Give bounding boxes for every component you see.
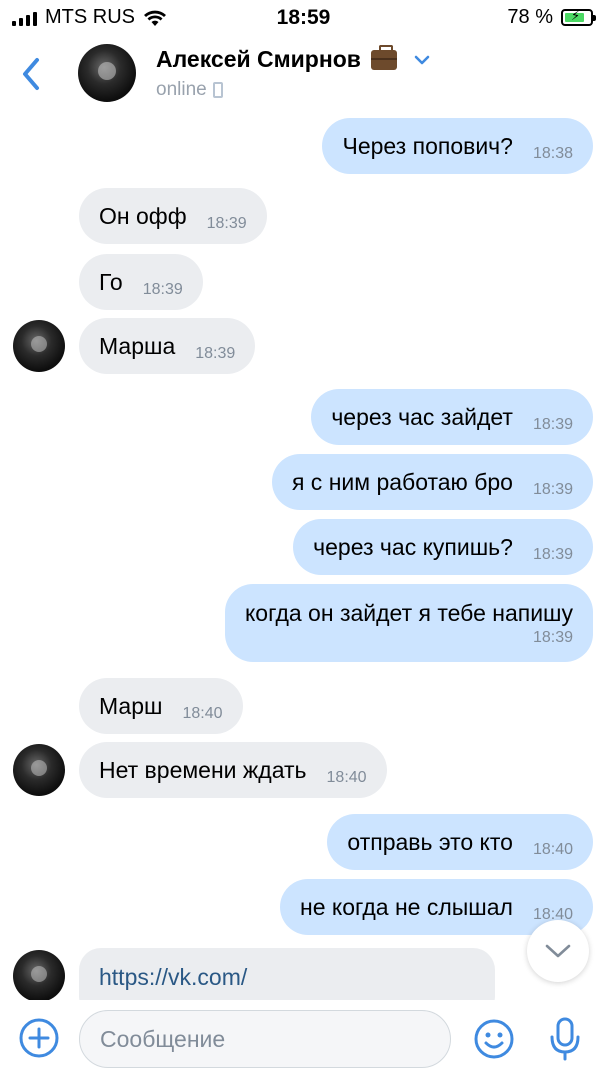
message-time: 18:39 bbox=[532, 546, 573, 563]
message-time: 18:39 bbox=[206, 215, 247, 232]
battery-icon: ⚡ bbox=[561, 9, 596, 26]
message-text: Го bbox=[99, 268, 123, 295]
message-bubble-incoming[interactable]: Го 18:39 bbox=[79, 254, 203, 310]
microphone-icon bbox=[550, 1017, 580, 1061]
message-time: 18:40 bbox=[532, 841, 573, 858]
message-time: 18:38 bbox=[532, 145, 573, 162]
message-bubble-outgoing[interactable]: Через попович? 18:38 bbox=[322, 118, 593, 174]
message-time: 18:39 bbox=[195, 345, 236, 362]
chevron-down-icon[interactable] bbox=[413, 54, 431, 66]
sender-avatar[interactable] bbox=[13, 744, 65, 796]
battery-percent: 78 % bbox=[507, 6, 553, 28]
message-text: когда он зайдет я тебе напишу bbox=[244, 599, 573, 626]
message-text: я с ним работаю бро bbox=[291, 468, 513, 495]
contact-avatar[interactable] bbox=[78, 44, 136, 102]
message-bubble-incoming-link[interactable]: https://vk.com/ bbox=[79, 948, 495, 1000]
message-bubble-incoming[interactable]: Нет времени ждать 18:40 bbox=[79, 742, 387, 798]
message-bubble-outgoing[interactable]: отправь это кто 18:40 bbox=[327, 814, 593, 870]
message-text: Марш bbox=[99, 692, 163, 719]
status-right: 78 % ⚡ bbox=[507, 6, 596, 29]
contact-status-row: online bbox=[156, 79, 223, 101]
message-text: через час зайдет bbox=[331, 403, 513, 430]
message-list[interactable]: Через попович? 18:38 Он офф 18:39 Го 18:… bbox=[0, 112, 607, 1000]
message-bubble-incoming[interactable]: Марша 18:39 bbox=[79, 318, 256, 374]
composer bbox=[0, 1000, 607, 1080]
message-text: Он офф bbox=[99, 202, 187, 229]
chat-header: Алексей Смирнов online bbox=[0, 36, 607, 112]
chevron-down-icon bbox=[545, 944, 571, 958]
message-time: 18:39 bbox=[532, 481, 573, 498]
chevron-left-icon bbox=[23, 58, 39, 90]
scroll-down-button[interactable] bbox=[527, 920, 589, 982]
message-input[interactable] bbox=[79, 1010, 451, 1068]
message-time: 18:39 bbox=[142, 281, 183, 298]
message-text: не когда не слышал bbox=[300, 893, 513, 920]
message-bubble-outgoing[interactable]: через час зайдет 18:39 bbox=[311, 389, 593, 445]
contact-name: Алексей Смирнов bbox=[156, 46, 361, 72]
message-time: 18:40 bbox=[182, 705, 223, 722]
message-time: 18:39 bbox=[532, 416, 573, 433]
message-text: Через попович? bbox=[342, 132, 513, 159]
briefcase-icon bbox=[370, 44, 397, 70]
message-time: 18:40 bbox=[326, 769, 367, 786]
chat-screen: MTS RUS 18:59 78 % ⚡ Алексей Смирнов onl… bbox=[0, 0, 607, 1080]
sender-avatar[interactable] bbox=[13, 320, 65, 372]
plus-circle-icon bbox=[19, 1018, 59, 1058]
status-bar: MTS RUS 18:59 78 % ⚡ bbox=[0, 0, 607, 36]
message-text: отправь это кто bbox=[347, 828, 513, 855]
mobile-phone-icon bbox=[212, 82, 223, 98]
contact-status: online bbox=[156, 79, 207, 100]
attach-button[interactable] bbox=[18, 1017, 60, 1064]
message-bubble-incoming[interactable]: Марш 18:40 bbox=[79, 678, 243, 734]
back-button[interactable] bbox=[16, 54, 46, 94]
message-text: Нет времени ждать bbox=[99, 756, 307, 783]
emoji-button[interactable] bbox=[473, 1018, 515, 1065]
contact-name-row[interactable]: Алексей Смирнов bbox=[156, 44, 431, 73]
message-bubble-outgoing[interactable]: я с ним работаю бро 18:39 bbox=[271, 454, 593, 510]
message-bubble-outgoing[interactable]: когда он зайдет я тебе напишу 18:39 bbox=[224, 584, 593, 662]
message-time: 18:39 bbox=[532, 628, 573, 646]
message-bubble-incoming[interactable]: Он офф 18:39 bbox=[79, 188, 267, 244]
message-bubble-outgoing[interactable]: через час купишь? 18:39 bbox=[293, 519, 593, 575]
message-link[interactable]: https://vk.com/ bbox=[99, 964, 247, 991]
sender-avatar[interactable] bbox=[13, 950, 65, 1000]
voice-message-button[interactable] bbox=[549, 1016, 581, 1067]
message-text: Марша bbox=[99, 332, 176, 359]
smiley-icon bbox=[474, 1019, 514, 1059]
message-text: через час купишь? bbox=[313, 533, 513, 560]
